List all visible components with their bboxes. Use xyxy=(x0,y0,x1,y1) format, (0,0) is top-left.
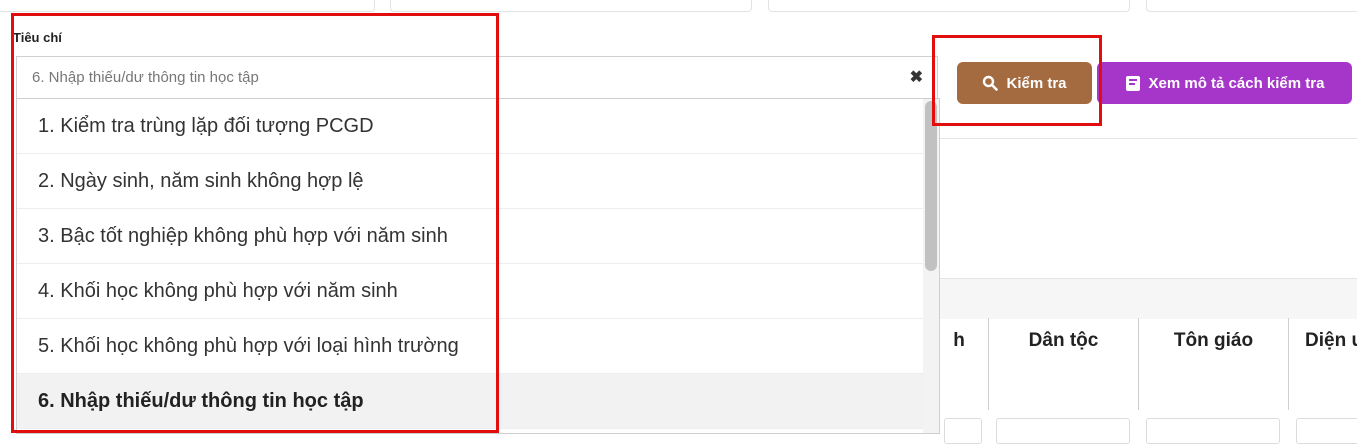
filter-input[interactable] xyxy=(1296,418,1357,444)
check-button-label: Kiểm tra xyxy=(1006,74,1067,92)
check-button[interactable]: Kiểm tra xyxy=(957,62,1092,104)
table-header-ethnicity: Dân tộc xyxy=(988,318,1138,410)
filter-input[interactable] xyxy=(996,418,1130,444)
criteria-option[interactable]: 3. Bậc tốt nghiệp không phù hợp với năm … xyxy=(17,209,939,264)
criteria-option[interactable]: 2. Ngày sinh, năm sinh không hợp lệ xyxy=(17,154,939,209)
clear-icon[interactable]: ✖ xyxy=(910,67,923,87)
criteria-option[interactable]: 1. Kiểm tra trùng lặp đối tượng PCGD xyxy=(17,99,939,154)
criteria-option[interactable]: 4. Khối học không phù hợp với năm sinh xyxy=(17,264,939,319)
table-toolbar xyxy=(940,278,1357,319)
book-icon xyxy=(1125,75,1140,91)
filter-input[interactable] xyxy=(1146,418,1280,444)
criteria-select[interactable]: 6. Nhập thiếu/dư thông tin học tập ✖ xyxy=(16,56,938,98)
dropdown-scrollbar-thumb[interactable] xyxy=(925,101,937,271)
criteria-selected-value[interactable]: 6. Nhập thiếu/dư thông tin học tập xyxy=(32,69,259,86)
criteria-option[interactable]: 5. Khối học không phù hợp với loại hình … xyxy=(17,319,939,374)
table-header-religion: Tôn giáo xyxy=(1138,318,1288,410)
search-icon xyxy=(983,75,999,91)
top-field-3[interactable] xyxy=(768,0,1130,12)
view-description-label: Xem mô tả cách kiểm tra xyxy=(1148,74,1325,92)
top-field-4[interactable] xyxy=(1146,0,1357,12)
section-divider xyxy=(940,138,1357,139)
table-header-category: Diện u xyxy=(1288,318,1357,410)
top-field-2[interactable] xyxy=(390,0,752,12)
criteria-label: Tiêu chí xyxy=(13,30,62,45)
criteria-option-selected[interactable]: 6. Nhập thiếu/dư thông tin học tập xyxy=(17,374,939,429)
criteria-dropdown-list[interactable]: 1. Kiểm tra trùng lặp đối tượng PCGD 2. … xyxy=(16,98,940,434)
top-field-1[interactable] xyxy=(0,0,375,12)
filter-input[interactable] xyxy=(944,418,982,444)
table-header-cell: h xyxy=(953,330,965,351)
view-description-button[interactable]: Xem mô tả cách kiểm tra xyxy=(1097,62,1352,104)
